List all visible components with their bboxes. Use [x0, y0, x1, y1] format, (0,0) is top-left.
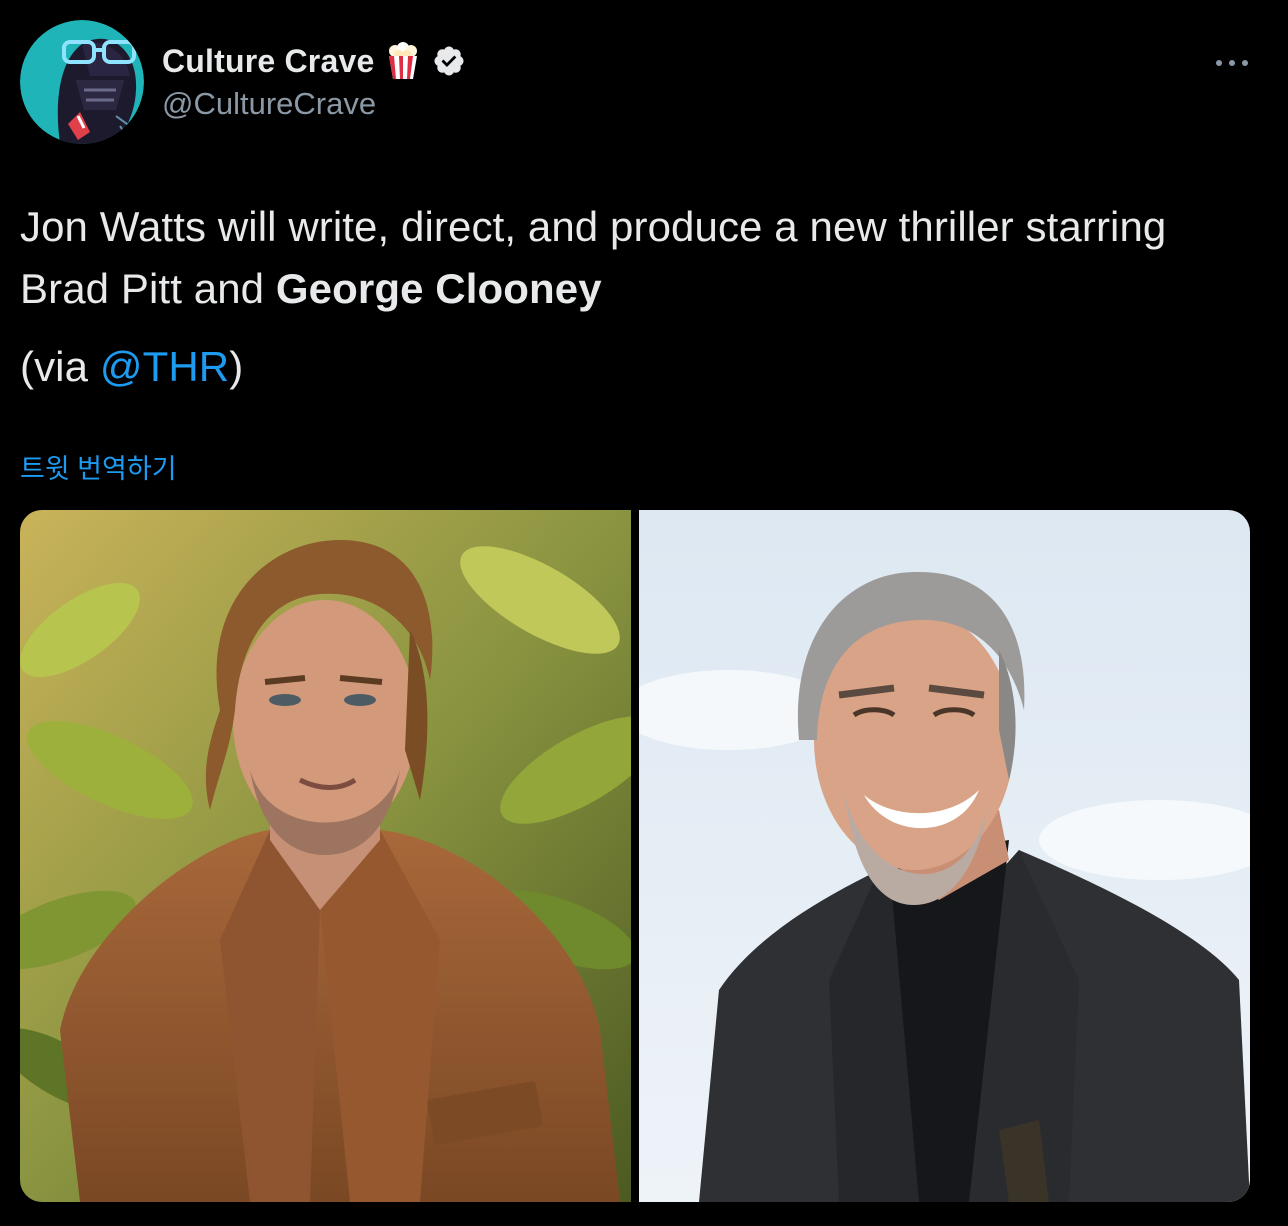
mention-link-thr[interactable]: @THR — [100, 343, 229, 390]
media-grid — [20, 510, 1250, 1202]
media-photo-2[interactable] — [639, 510, 1250, 1202]
photo-man-grey-hair-dark-suit-icon — [639, 510, 1250, 1202]
more-options-button[interactable] — [1206, 42, 1258, 84]
darth-vader-glasses-avatar-icon — [20, 20, 144, 144]
popcorn-icon — [386, 42, 420, 80]
tweet-text: Jon Watts will write, direct, and produc… — [20, 196, 1250, 398]
more-dots-icon — [1216, 60, 1248, 66]
avatar[interactable] — [20, 20, 144, 144]
via-prefix: (via — [20, 343, 100, 390]
translate-tweet-link[interactable]: 트윗 번역하기 — [20, 447, 177, 486]
author-display-name[interactable]: Culture Crave — [162, 43, 374, 80]
tweet-main-text: Jon Watts will write, direct, and produc… — [20, 196, 1250, 320]
media-photo-1[interactable] — [20, 510, 631, 1202]
tweet-via-line: (via @THR) — [20, 336, 1250, 398]
tweet-text-bold: George Clooney — [275, 265, 602, 312]
photo-man-brown-coat-leaves-icon — [20, 510, 631, 1202]
author-name-row[interactable]: Culture Crave — [162, 42, 466, 80]
verified-badge-icon — [432, 44, 466, 78]
tweet-card: Culture Crave @CultureCrave Jon Watts wi… — [0, 0, 1288, 1226]
via-suffix: ) — [229, 343, 244, 390]
author-handle[interactable]: @CultureCrave — [162, 86, 376, 122]
